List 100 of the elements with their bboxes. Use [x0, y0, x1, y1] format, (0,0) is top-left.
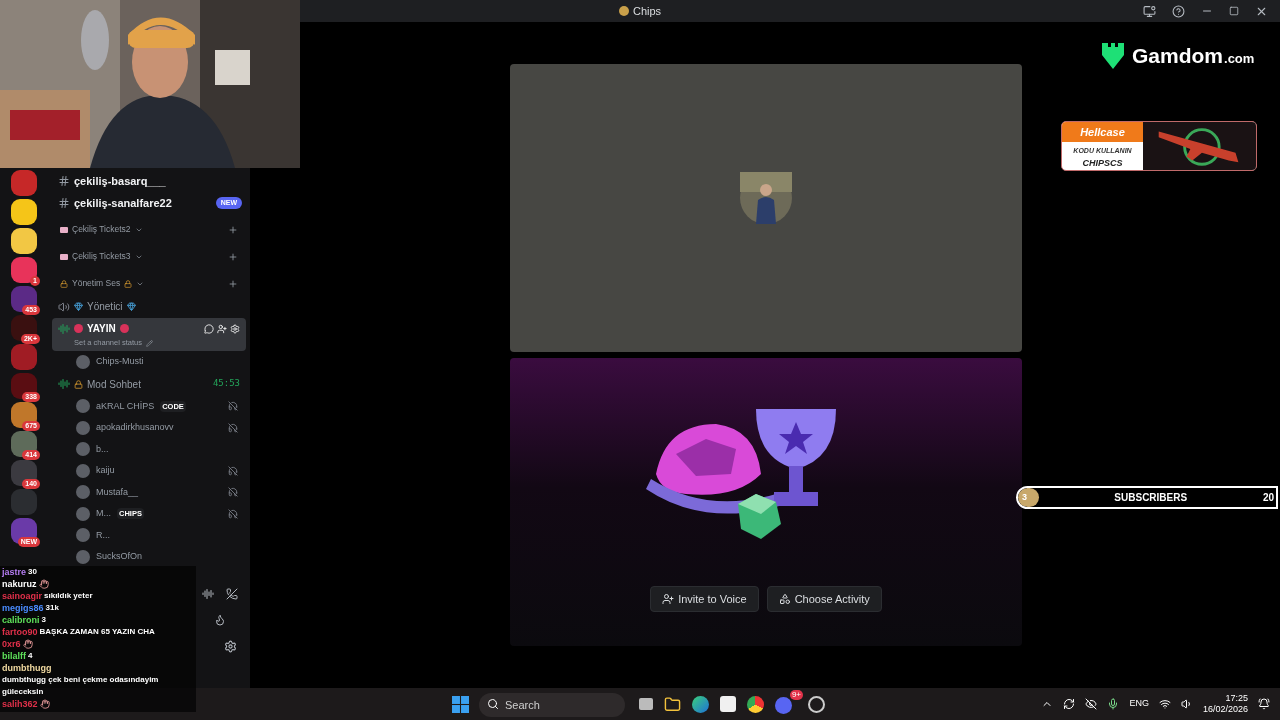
member-name[interactable]: aKRAL CHİPS: [96, 399, 155, 413]
channel-name: YAYIN: [87, 322, 116, 336]
sponsor-logo-suffix: .com: [1224, 49, 1255, 68]
user-avatar: [76, 354, 90, 369]
sponsor-logo-text: Gamdom: [1132, 43, 1223, 69]
promo-code: CHIPSCS: [1081, 156, 1124, 170]
edit-icon[interactable]: [145, 339, 153, 347]
channel-name[interactable]: çekiliş-basarq___: [74, 172, 242, 190]
gem-icon: [74, 302, 83, 311]
add-icon[interactable]: [228, 251, 238, 262]
goal-target: 20: [1262, 491, 1275, 505]
discord-icon[interactable]: [775, 697, 792, 714]
member-name[interactable]: kaiju: [96, 464, 115, 478]
search-icon: [487, 697, 499, 710]
settings-icon[interactable]: [223, 640, 237, 653]
chat-username: jastre: [2, 566, 27, 578]
chat-message: dumbthugg çek beni çekme odasındayim güleceksin: [2, 674, 160, 698]
voice-channel[interactable]: Mod Sohbet 45:53: [52, 372, 246, 396]
category-name[interactable]: Çekiliş Tickets3: [72, 250, 131, 263]
chat-username: fartoo90: [2, 626, 38, 638]
emote-icon: [39, 699, 50, 709]
notification-icon[interactable]: [1258, 698, 1270, 710]
chat-message: 3: [41, 614, 46, 626]
chrome-icon[interactable]: [747, 695, 764, 713]
chat-username: 0xr6: [2, 638, 21, 650]
category-name[interactable]: Çekiliş Tickets2: [72, 223, 131, 236]
mic-icon[interactable]: [1107, 698, 1120, 710]
category-name[interactable]: Yönetim Ses: [72, 277, 121, 290]
user-avatar: [76, 463, 90, 478]
windows-icon[interactable]: [452, 695, 469, 713]
wifi-icon[interactable]: [1158, 698, 1171, 710]
chat-username: megigs86: [2, 602, 44, 614]
search-field[interactable]: Search: [479, 692, 625, 717]
emote-icon: [38, 579, 49, 589]
lock-icon: [124, 279, 133, 288]
volume-icon[interactable]: [1180, 698, 1193, 710]
member-name[interactable]: b...: [96, 442, 109, 456]
chat-username: calibroni: [2, 614, 40, 626]
disconnect-icon[interactable]: [226, 588, 238, 600]
subscriber-count: 3: [1022, 490, 1027, 504]
gem-icon: [126, 302, 136, 311]
voice-channel[interactable]: Yönetici: [52, 295, 246, 318]
activity-icon: [778, 593, 791, 605]
folder-icon[interactable]: [664, 695, 681, 713]
invite-icon[interactable]: [217, 323, 227, 334]
browser-icon[interactable]: [692, 695, 709, 713]
activity-button[interactable]: Choose Activity: [766, 586, 882, 612]
chat-username: salih362: [2, 698, 38, 710]
activity-button[interactable]: Invite to Voice: [650, 586, 759, 612]
channel-name[interactable]: çekiliş-sanalfare22: [74, 194, 212, 212]
server-icon[interactable]: [11, 228, 37, 254]
user-avatar: [76, 420, 90, 435]
sound-icon[interactable]: [202, 588, 214, 600]
server-icon[interactable]: [11, 199, 37, 225]
chat-message: 30: [28, 566, 37, 578]
clock-date[interactable]: 16/02/2026: [1202, 704, 1248, 715]
chat-username: sainoagir: [2, 590, 42, 602]
voice-active-icon: [58, 378, 70, 390]
chat-username: bilalff: [2, 650, 26, 662]
user-avatar: [76, 549, 90, 564]
maximize-icon[interactable]: [1229, 6, 1239, 16]
speaker-icon: [58, 300, 70, 313]
hash-icon: [58, 197, 70, 209]
chat-icon[interactable]: [204, 323, 214, 334]
member-name[interactable]: apokadirkhusanovv: [96, 421, 174, 435]
screen-icon[interactable]: [1143, 4, 1156, 18]
help-icon[interactable]: [1172, 4, 1185, 18]
clock-time[interactable]: 17:25: [1225, 693, 1248, 704]
invite-icon: [662, 593, 675, 605]
lock-icon: [74, 379, 83, 389]
language-indicator[interactable]: ENG: [1129, 697, 1149, 711]
brand-name: Hellcase: [1062, 122, 1143, 142]
user-avatar: [76, 399, 90, 414]
server-icon: [618, 6, 629, 16]
member-name[interactable]: R...: [96, 528, 110, 542]
call-timer: 45:53: [212, 377, 240, 391]
hash-icon: [58, 175, 70, 187]
hidden-icon[interactable]: [1085, 698, 1098, 710]
user-avatar: [76, 442, 90, 457]
add-icon[interactable]: [228, 224, 238, 235]
chat-message: sıkıldık yeter: [44, 590, 93, 602]
member-name[interactable]: M...: [96, 507, 111, 521]
lock-icon: [60, 279, 68, 288]
window-title: Chips: [632, 3, 662, 19]
notification-badge: 9+: [789, 690, 803, 700]
member-name[interactable]: SucksOfOn: [96, 550, 142, 564]
add-icon[interactable]: [228, 278, 238, 289]
tower-logo-icon: [1100, 40, 1126, 71]
channel-name: Mod Sohbet: [87, 377, 141, 392]
user-avatar: [76, 528, 90, 543]
emote-icon: [22, 639, 33, 649]
sync-icon[interactable]: [1063, 698, 1076, 710]
chat-username: nakuruz: [2, 578, 37, 590]
chat-message: BAŞKA ZAMAN 65 YAZIN CHA: [39, 626, 155, 638]
member-name[interactable]: Chips-Musti: [96, 355, 144, 369]
chat-message: 31k: [45, 602, 59, 614]
voice-active-icon: [58, 322, 70, 335]
member-name[interactable]: Mustafa__: [96, 485, 139, 499]
goal-label: SUBSCRIBERS: [1113, 491, 1189, 505]
channel-name: Yönetici: [87, 300, 123, 314]
